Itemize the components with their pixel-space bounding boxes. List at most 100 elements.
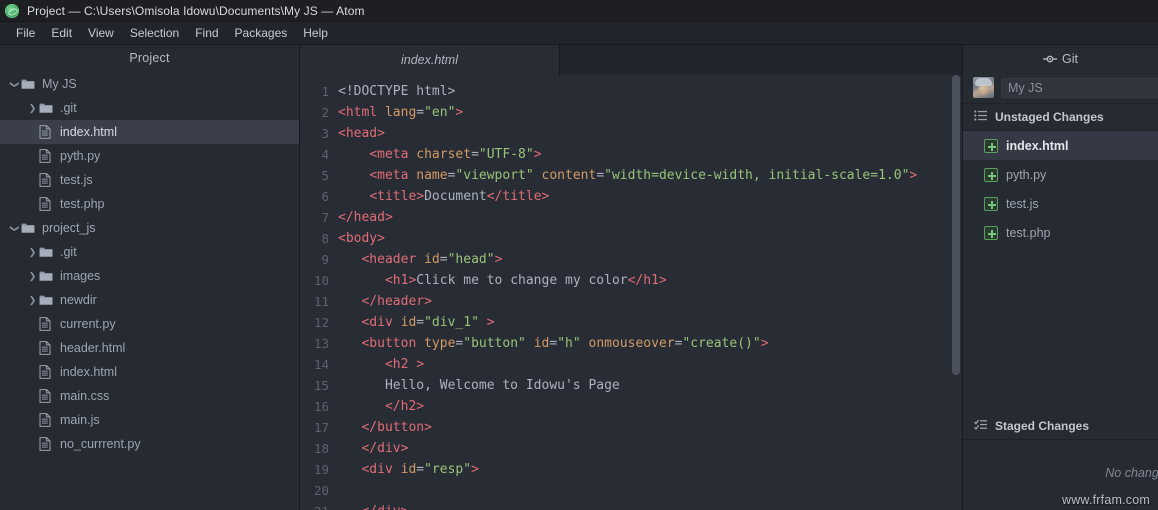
- code-line-text: <div id="div_1" >: [338, 312, 494, 333]
- file-icon: [39, 365, 59, 379]
- editor-vertical-scrollbar[interactable]: [952, 75, 960, 510]
- tree-file-main-js[interactable]: ❯main.js: [0, 408, 299, 432]
- tree-file-header-html[interactable]: ❯header.html: [0, 336, 299, 360]
- token-tag: </div>: [361, 441, 409, 456]
- tree-folder-project-js[interactable]: ❯ project_js: [0, 216, 299, 240]
- avatar: [973, 77, 994, 98]
- unstaged-file-pyth-py[interactable]: pyth.py: [963, 160, 1158, 189]
- tree-item-label: index.html: [60, 125, 117, 139]
- token-tag: <h2 >: [384, 357, 425, 372]
- tree-file-no-currrent-py[interactable]: ❯no_currrent.py: [0, 432, 299, 456]
- line-number: 15: [313, 378, 329, 393]
- code-line-text: <body>: [338, 228, 385, 249]
- tree-file-current-py[interactable]: ❯current.py: [0, 312, 299, 336]
- staged-changes-header[interactable]: Staged Changes: [963, 413, 1158, 440]
- plus-icon[interactable]: [984, 225, 998, 240]
- code-line-text: <header id="head">: [338, 249, 502, 270]
- staged-changes-section: Staged Changes No changes: [963, 413, 1158, 510]
- chevron-right-icon[interactable]: ❯: [26, 271, 39, 282]
- file-icon: [39, 437, 59, 451]
- menu-item-packages[interactable]: Packages: [227, 24, 296, 42]
- plus-icon[interactable]: [984, 167, 998, 182]
- scrollbar-thumb[interactable]: [952, 75, 960, 375]
- tree-file-test-php[interactable]: ❯test.php: [0, 192, 299, 216]
- menu-item-edit[interactable]: Edit: [43, 24, 80, 42]
- code-line-row: 14 <h2 >: [300, 354, 962, 375]
- token-attr: id: [400, 462, 417, 477]
- token-str: "UTF-8": [478, 147, 534, 162]
- tree-folder--git[interactable]: ❯ .git: [0, 96, 299, 120]
- tree-file-main-css[interactable]: ❯main.css: [0, 384, 299, 408]
- code-line-row: 10 <h1>Click me to change my color</h1>: [300, 270, 962, 291]
- tree-file-index-html[interactable]: ❯index.html: [0, 360, 299, 384]
- tree-item-label: .git: [60, 101, 77, 115]
- tree-folder-my-js[interactable]: ❯ My JS: [0, 72, 299, 96]
- chevron-right-icon[interactable]: ❯: [26, 103, 39, 114]
- menu-item-file[interactable]: File: [8, 24, 43, 42]
- code-line-row: 21 </div>: [300, 501, 962, 510]
- unstaged-changes-list: index.html pyth.py test.js test.php: [963, 131, 1158, 247]
- line-number: 6: [321, 189, 329, 204]
- token-str: "en": [424, 105, 456, 120]
- unstaged-changes-header[interactable]: Unstaged Changes: [963, 104, 1158, 131]
- unstaged-file-test-php[interactable]: test.php: [963, 218, 1158, 247]
- tree-folder--git[interactable]: ❯ .git: [0, 240, 299, 264]
- token-tag: </header>: [361, 294, 432, 309]
- token-str: "div_1": [424, 315, 479, 330]
- token-tag: >: [909, 168, 918, 183]
- line-number: 7: [321, 210, 329, 225]
- code-line-row: 20: [300, 480, 962, 501]
- file-icon: [39, 173, 59, 187]
- code-line-text: <title>Document</title>: [338, 186, 549, 207]
- plus-icon[interactable]: [984, 196, 998, 211]
- tree-folder-newdir[interactable]: ❯ newdir: [0, 288, 299, 312]
- token-punct: =: [439, 252, 448, 267]
- menu-item-selection[interactable]: Selection: [122, 24, 187, 42]
- token-tag: </div>: [361, 504, 408, 510]
- code-line-text: </div>: [338, 501, 408, 510]
- token-tag: </button>: [361, 420, 432, 435]
- code-line-text: <head>: [338, 123, 385, 144]
- commit-message-input[interactable]: [1001, 77, 1158, 98]
- chevron-down-icon[interactable]: ❯: [9, 78, 20, 91]
- chevron-right-icon[interactable]: ❯: [26, 247, 39, 258]
- code-line-row: 9 <header id="head">: [300, 249, 962, 270]
- atom-icon: [5, 3, 19, 18]
- tree-item-label: no_currrent.py: [60, 437, 141, 451]
- code-line-text: </header>: [338, 291, 432, 312]
- unstaged-file-label: index.html: [1006, 138, 1069, 153]
- tab-bar-inactive-area: [560, 45, 960, 75]
- code-line-row: 4 <meta charset="UTF-8">: [300, 144, 962, 165]
- line-number: 13: [313, 336, 329, 351]
- code-editor[interactable]: 1 <!DOCTYPE html> 2 <html lang="en"> 3 <head>…: [300, 75, 962, 510]
- plus-icon[interactable]: [984, 138, 998, 153]
- menu-item-help[interactable]: Help: [295, 24, 336, 42]
- tab-index-html[interactable]: index.html: [300, 45, 560, 75]
- editor-pane: index.html 1 <!DOCTYPE html> 2 <html lang="…: [300, 45, 962, 510]
- token-tag: <meta: [369, 147, 417, 162]
- tree-item-label: newdir: [60, 293, 97, 307]
- unstaged-file-test-js[interactable]: test.js: [963, 189, 1158, 218]
- tree-file-pyth-py[interactable]: ❯pyth.py: [0, 144, 299, 168]
- menu-item-find[interactable]: Find: [187, 24, 226, 42]
- code-line-text: <meta name="viewport" content="width=dev…: [338, 165, 917, 186]
- token-punct: =: [471, 147, 479, 162]
- code-line-row: 1 <!DOCTYPE html>: [300, 81, 962, 102]
- chevron-down-icon[interactable]: ❯: [9, 222, 20, 235]
- code-line-text: <!DOCTYPE html>: [338, 81, 455, 102]
- token-attr: name: [416, 168, 448, 183]
- line-number: 18: [313, 441, 329, 456]
- tree-file-index-html[interactable]: ❯index.html: [0, 120, 299, 144]
- tree-file-test-js[interactable]: ❯test.js: [0, 168, 299, 192]
- chevron-right-icon[interactable]: ❯: [26, 295, 39, 306]
- unstaged-file-index-html[interactable]: index.html: [963, 131, 1158, 160]
- staged-changes-empty: No changes: [963, 440, 1158, 510]
- menu-item-view[interactable]: View: [80, 24, 122, 42]
- token-tag: >: [760, 336, 769, 351]
- code-line-text: </button>: [338, 417, 432, 438]
- tree-folder-images[interactable]: ❯ images: [0, 264, 299, 288]
